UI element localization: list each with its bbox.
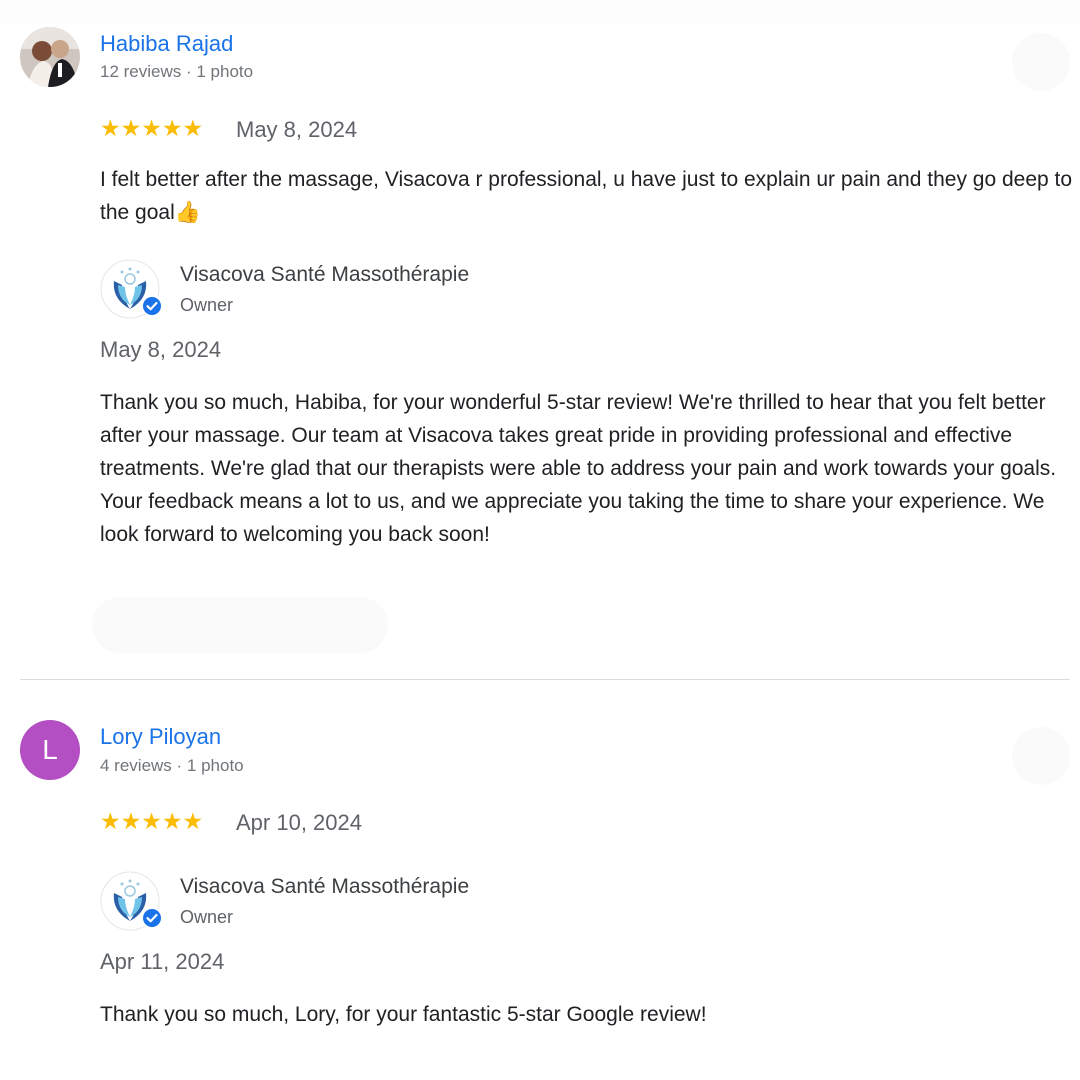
more-options-icon[interactable] <box>1012 33 1070 91</box>
owner-logo <box>100 871 163 931</box>
owner-name: Visacova Santé Massothérapie <box>180 875 470 898</box>
reviewer-meta: 4 reviews · 1 photo <box>100 756 244 775</box>
divider <box>20 679 1070 680</box>
more-options-icon[interactable] <box>1012 727 1070 785</box>
review-text: I felt better after the massage, Visacov… <box>100 168 1073 224</box>
star-rating: ★★★★★ <box>100 808 204 834</box>
owner-role: Owner <box>180 295 234 315</box>
owner-reply-text: Thank you so much, Habiba, for your wond… <box>100 391 1057 546</box>
reaction-chip[interactable] <box>92 597 388 653</box>
reviewer-avatar[interactable] <box>20 27 80 87</box>
verified-badge-icon <box>141 295 163 317</box>
owner-name: Visacova Santé Massothérapie <box>180 263 470 286</box>
owner-logo <box>100 259 163 319</box>
top-edge <box>0 0 1080 24</box>
reviewer-meta: 12 reviews · 1 photo <box>100 62 254 81</box>
reviewer-name[interactable]: Habiba Rajad <box>100 31 233 57</box>
review-date: May 8, 2024 <box>236 117 358 142</box>
reviewer-avatar[interactable]: L <box>20 720 80 780</box>
reply-date: May 8, 2024 <box>100 337 222 362</box>
owner-reply-text: Thank you so much, Lory, for your fantas… <box>100 1003 707 1026</box>
verified-badge-icon <box>141 907 163 929</box>
star-rating: ★★★★★ <box>100 115 204 141</box>
review-date: Apr 10, 2024 <box>236 810 362 835</box>
reviewer-name[interactable]: Lory Piloyan <box>100 724 221 750</box>
owner-role: Owner <box>180 907 234 927</box>
reply-date: Apr 11, 2024 <box>100 949 225 974</box>
